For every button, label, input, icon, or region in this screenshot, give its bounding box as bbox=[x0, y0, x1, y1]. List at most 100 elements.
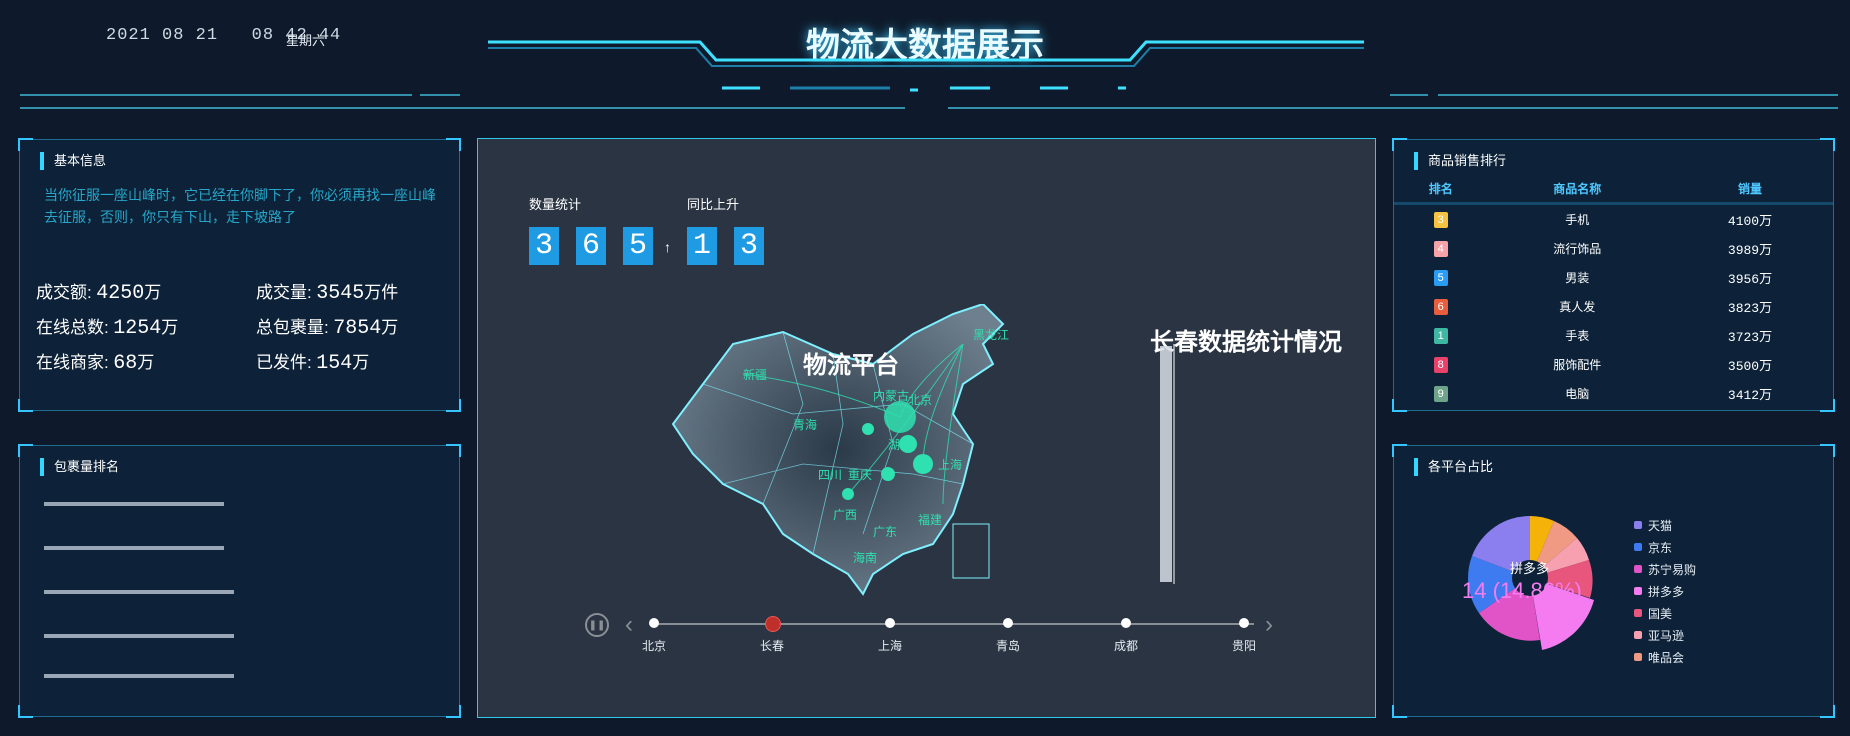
digit: 6 bbox=[576, 227, 606, 265]
yoy-label: 同比上升 bbox=[687, 197, 740, 212]
digit: 3 bbox=[734, 227, 764, 265]
table-row: 9 电脑 3412万 bbox=[1394, 379, 1833, 408]
rank-cell: 9 bbox=[1394, 379, 1487, 408]
timeline-point[interactable] bbox=[1003, 618, 1013, 628]
legend-swatch bbox=[1634, 587, 1642, 595]
province-label: 四川 bbox=[818, 468, 842, 482]
sales-value: 3723万 bbox=[1727, 330, 1773, 345]
legend-label: 唯品会 bbox=[1648, 650, 1685, 665]
sales-rank-table: 排名 商品名称 销量 3 手机 4100万 4 流行饰品 3989万 5 男装 3956万 6 真人… bbox=[1394, 174, 1833, 408]
stats-grid: 成交额: 4250万 成交量: 3545万件 在线总数: 1254万 总包裹量:… bbox=[36, 278, 456, 375]
legend-label: 国美 bbox=[1648, 606, 1673, 621]
legend-swatch bbox=[1634, 609, 1642, 617]
province-label: 北京 bbox=[908, 393, 932, 407]
legend-swatch bbox=[1634, 521, 1642, 529]
rank-badge: 1 bbox=[1433, 327, 1448, 344]
basic-info-title: 基本信息 bbox=[40, 152, 106, 170]
sales-value: 3989万 bbox=[1727, 243, 1773, 258]
province-label: 黑龙江 bbox=[973, 328, 1009, 342]
timeline-next-icon[interactable]: › bbox=[1265, 613, 1273, 637]
map-label: 物流平台 bbox=[803, 352, 899, 379]
product-name: 流行饰品 bbox=[1553, 242, 1602, 256]
province-label: 内蒙古 bbox=[873, 388, 909, 403]
basic-info-panel: 基本信息 当你征服一座山峰时，它已经在你脚下了，你必须再找一座山峰去征服，否则，… bbox=[19, 139, 460, 411]
stat-item: 总包裹量: 7854万 bbox=[256, 317, 399, 340]
legend-swatch bbox=[1634, 631, 1642, 639]
package-rank-panel: 包裹量排名 bbox=[19, 445, 460, 717]
timeline-label[interactable]: 上海 bbox=[860, 637, 920, 654]
rank-cell: 3 bbox=[1394, 204, 1487, 235]
legend-item[interactable]: 京东 bbox=[1634, 536, 1696, 558]
legend-item[interactable]: 苏宁易购 bbox=[1634, 558, 1696, 580]
timeline-label[interactable]: 长春 bbox=[742, 637, 802, 654]
legend-item[interactable]: 天猫 bbox=[1634, 514, 1696, 536]
table-row: 3 手机 4100万 bbox=[1394, 204, 1833, 235]
legend-swatch bbox=[1634, 565, 1642, 573]
rank-cell: 6 bbox=[1394, 292, 1487, 321]
pie-center-value: 14 (14.86%) bbox=[1462, 578, 1582, 603]
sales-value: 4100万 bbox=[1727, 214, 1773, 229]
province-label: 海南 bbox=[853, 550, 877, 565]
col-header-sales: 销量 bbox=[1667, 174, 1833, 205]
sales-rank-title: 商品销售排行 bbox=[1414, 152, 1506, 170]
list-item bbox=[44, 590, 234, 594]
table-row: 8 服饰配件 3500万 bbox=[1394, 350, 1833, 379]
province-label: 湖北 bbox=[888, 437, 912, 452]
timeline-point[interactable] bbox=[1121, 618, 1131, 628]
timeline-point[interactable] bbox=[1239, 618, 1249, 628]
timeline-prev-icon[interactable]: ‹ bbox=[625, 613, 633, 637]
quote-text: 当你征服一座山峰时，它已经在你脚下了，你必须再找一座山峰去征服，否则，你只有下山… bbox=[44, 187, 436, 225]
table-row: 4 流行饰品 3989万 bbox=[1394, 234, 1833, 263]
timeline-label[interactable]: 贵阳 bbox=[1214, 637, 1274, 654]
axis-labels-stack bbox=[1160, 346, 1172, 582]
stat-item: 成交量: 3545万件 bbox=[256, 282, 399, 305]
digit: 3 bbox=[529, 227, 559, 265]
legend-item[interactable]: 亚马逊 bbox=[1634, 624, 1696, 646]
legend-label: 拼多多 bbox=[1648, 584, 1685, 599]
digit: 5 bbox=[623, 227, 653, 265]
legend-label: 天猫 bbox=[1648, 518, 1673, 533]
table-row: 1 手表 3723万 bbox=[1394, 321, 1833, 350]
timeline-point[interactable] bbox=[765, 616, 781, 632]
timeline-label[interactable]: 成都 bbox=[1096, 637, 1156, 654]
pie-center-label: 拼多多 bbox=[1510, 561, 1550, 576]
legend-item[interactable]: 国美 bbox=[1634, 602, 1696, 624]
pause-button[interactable]: ❚❚ bbox=[585, 613, 609, 637]
rank-badge: 6 bbox=[1433, 298, 1448, 315]
rank-badge: 3 bbox=[1433, 211, 1448, 228]
rank-cell: 8 bbox=[1394, 350, 1487, 379]
list-item bbox=[44, 502, 224, 506]
platform-share-title: 各平台占比 bbox=[1414, 458, 1493, 476]
stat-item: 成交额: 4250万 bbox=[36, 282, 162, 305]
rank-cell: 5 bbox=[1394, 263, 1487, 292]
sales-value: 3412万 bbox=[1727, 388, 1773, 403]
digit: 1 bbox=[687, 227, 717, 265]
col-header-rank: 排名 bbox=[1394, 174, 1488, 205]
legend-swatch bbox=[1634, 543, 1642, 551]
product-name: 手机 bbox=[1565, 213, 1590, 227]
city-point bbox=[881, 467, 895, 481]
legend-item[interactable]: 拼多多 bbox=[1634, 580, 1696, 602]
province-label: 重庆 bbox=[848, 468, 872, 482]
product-name: 男装 bbox=[1565, 271, 1590, 285]
timeline-label[interactable]: 北京 bbox=[624, 637, 684, 654]
legend-swatch bbox=[1634, 653, 1642, 661]
package-rank-title: 包裹量排名 bbox=[40, 458, 119, 476]
province-label: 福建 bbox=[918, 512, 942, 527]
center-map-panel: 数量统计 同比上升 3 6 5 ↑ 1 3 新疆 内蒙古 黑龙江 青海 四川 重… bbox=[477, 138, 1376, 718]
timeline-point[interactable] bbox=[885, 618, 895, 628]
legend-label: 苏宁易购 bbox=[1648, 562, 1697, 577]
province-label: 广西 bbox=[833, 508, 857, 522]
rank-cell: 1 bbox=[1394, 321, 1487, 350]
timeline-label[interactable]: 青岛 bbox=[978, 637, 1038, 654]
product-name: 手表 bbox=[1565, 329, 1590, 343]
stat-item: 已发件: 154万 bbox=[256, 352, 370, 375]
side-chart-title: 长春数据统计情况 bbox=[1150, 329, 1342, 356]
table-row: 5 男装 3956万 bbox=[1394, 263, 1833, 292]
legend-label: 亚马逊 bbox=[1648, 628, 1685, 643]
product-name: 电脑 bbox=[1565, 387, 1590, 401]
timeline-point[interactable] bbox=[649, 618, 659, 628]
rank-cell: 4 bbox=[1394, 234, 1487, 263]
table-row: 6 真人发 3823万 bbox=[1394, 292, 1833, 321]
legend-item[interactable]: 唯品会 bbox=[1634, 646, 1696, 668]
